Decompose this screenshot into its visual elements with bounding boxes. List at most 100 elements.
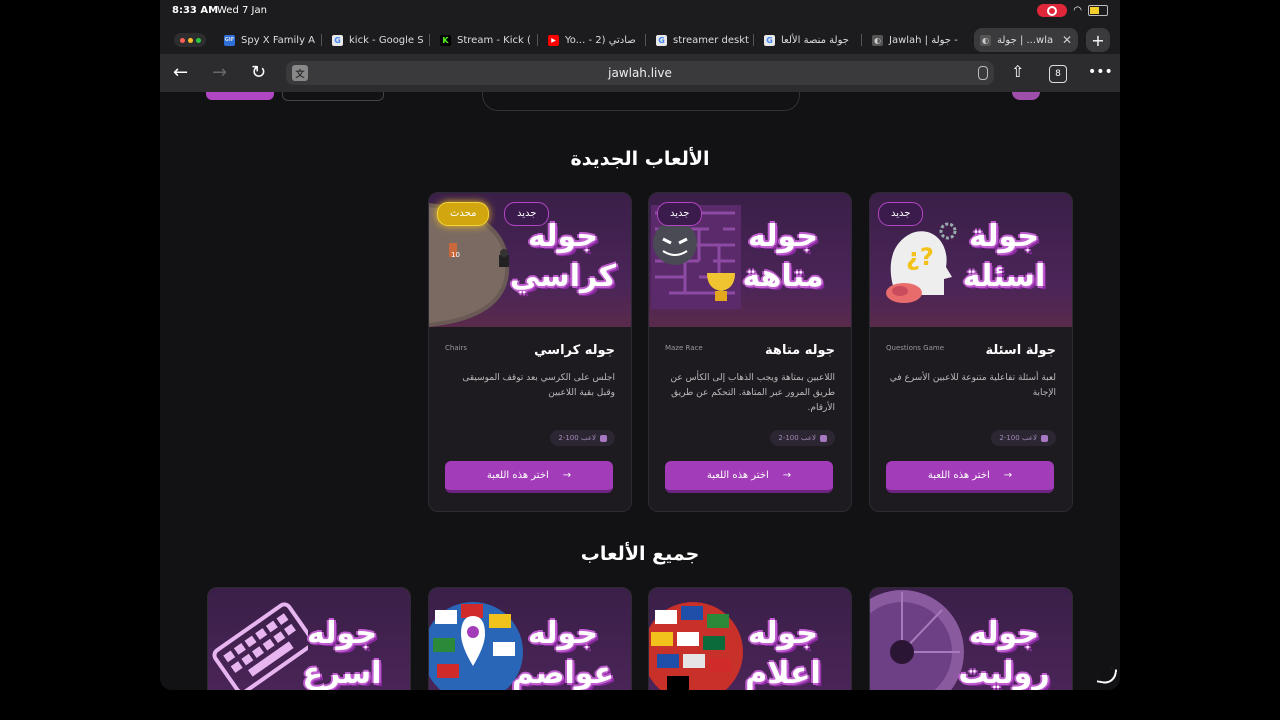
address-bar[interactable]: 文 jawlah.live	[286, 61, 994, 85]
tab-label: جولة منصة الألعا	[781, 34, 849, 46]
close-tab-icon[interactable]: ✕	[1062, 33, 1072, 47]
players-label: 2-100 لاعب	[999, 434, 1037, 442]
card-banner-title: جوله اسرع	[302, 616, 382, 690]
tab-4[interactable]: G streamer deskt	[656, 28, 754, 52]
tab-count-button[interactable]: 8	[1049, 65, 1067, 83]
tab-label: جولة | ...wla	[997, 34, 1054, 46]
status-indicators: ◠	[1037, 4, 1108, 17]
header-search[interactable]	[482, 92, 800, 111]
status-bar: 8:33 AM Wed 7 Jan ◠	[160, 0, 1120, 24]
tab-label: Jawlah | جولة -	[889, 34, 958, 46]
card-english-name: Chairs	[445, 344, 468, 352]
reload-icon[interactable]: ↻	[251, 62, 266, 83]
new-badge: جديد	[504, 202, 550, 226]
choose-game-button[interactable]: اختر هذه اللعبة →	[445, 461, 613, 493]
card-description: لعبة أسئلة تفاعلية متنوعة للاعبين الأسرع…	[889, 373, 1056, 398]
choose-game-label: اختر هذه اللعبة	[706, 470, 769, 481]
google-icon: G	[656, 34, 667, 46]
forward-icon[interactable]: →	[212, 62, 227, 83]
tab-active[interactable]: ◐ جولة | ...wla ✕	[974, 28, 1078, 52]
card-title: جوله كراسي	[534, 343, 615, 358]
more-icon[interactable]: •••	[1088, 64, 1113, 80]
game-card-questions[interactable]: ¿? جولة اسئلة جديد جولة اسئلة Questions …	[869, 192, 1073, 512]
header-secondary-button[interactable]	[282, 92, 384, 101]
arrow-right-icon: →	[782, 470, 792, 481]
card-banner-title: جوله عواصم	[511, 616, 615, 690]
screen-record-icon[interactable]	[1037, 4, 1068, 17]
google-icon: G	[764, 34, 775, 46]
players-label: 2-100 لاعب	[778, 434, 816, 442]
new-games-heading: الألعاب الجديدة	[570, 148, 710, 170]
card-banner: ¿? جولة اسئلة جديد	[870, 193, 1072, 327]
card-title: جوله متاهة	[765, 343, 835, 358]
tab-0[interactable]: GIF Spy X Family A	[224, 28, 322, 52]
players-count: 2-100 لاعب	[550, 430, 615, 446]
card-banner-title: جولة اسئلة	[962, 219, 1046, 294]
card-banner-title: جوله متاهة	[742, 219, 824, 294]
battery-icon	[1088, 5, 1108, 16]
card-banner: 10 جوله كراسي محدث جديد	[429, 193, 631, 327]
kick-icon: K	[440, 34, 451, 46]
card-title: جولة اسئلة	[985, 343, 1056, 358]
card-banner: جوله متاهة جديد	[649, 193, 851, 327]
users-icon	[1041, 434, 1048, 442]
navigation-bar: ← → ↻ 文 jawlah.live ⇧ 8 •••	[160, 54, 1120, 92]
site-logo[interactable]	[1012, 92, 1040, 100]
wifi-icon: ◠	[1073, 5, 1082, 16]
updated-badge: محدث	[437, 202, 490, 226]
choose-game-button[interactable]: اختر هذه اللعبة →	[665, 461, 833, 493]
status-time: 8:33 AM	[172, 5, 219, 16]
mic-icon[interactable]	[978, 66, 988, 80]
seat-number: 10	[451, 251, 460, 259]
tab-label: Spy X Family A	[241, 34, 316, 46]
tab-bar: GIF Spy X Family A G kick - Google S K S…	[160, 24, 1120, 54]
translate-icon[interactable]: 文	[292, 65, 308, 81]
game-card-maze[interactable]: جوله متاهة جديد جوله متاهة Maze Race الل…	[648, 192, 852, 512]
all-games-heading: جميع الألعاب	[580, 543, 700, 565]
globe-icon: ◐	[872, 34, 883, 46]
game-card-capitals[interactable]: جوله عواصم	[428, 587, 632, 690]
share-icon[interactable]: ⇧	[1011, 62, 1024, 81]
choose-game-label: اختر هذه اللعبة	[486, 470, 549, 481]
back-icon[interactable]: ←	[173, 62, 188, 83]
new-tab-button[interactable]: +	[1086, 28, 1110, 52]
status-date: Wed 7 Jan	[217, 5, 267, 16]
players-count: 2-100 لاعب	[770, 430, 835, 446]
tab-label: kick - Google S	[349, 34, 424, 46]
header-primary-button[interactable]	[206, 92, 274, 100]
svg-text:¿?: ¿?	[906, 243, 934, 271]
card-banner-title: جوله كراسي	[509, 219, 617, 294]
window-menu-icon[interactable]	[174, 33, 206, 47]
players-count: 2-100 لاعب	[991, 430, 1056, 446]
game-card-flags[interactable]: جوله اعلام	[648, 587, 852, 690]
tab-1[interactable]: G kick - Google S	[332, 28, 430, 52]
arrow-right-icon: →	[562, 470, 572, 481]
tab-label: Stream - Kick (	[457, 34, 531, 46]
web-page: الألعاب الجديدة ¿? جولة اسئلة جديد جولة …	[160, 92, 1120, 690]
new-badge: جديد	[878, 202, 924, 226]
tab-2[interactable]: K Stream - Kick (	[440, 28, 538, 52]
users-icon	[820, 434, 827, 442]
new-badge: جديد	[657, 202, 703, 226]
tab-6[interactable]: ◐ Jawlah | جولة -	[872, 28, 970, 52]
card-description: اجلس على الكرسي بعد توقف الموسيقى وقبل ب…	[462, 373, 615, 398]
tab-label: Yo... - صادتي (2	[565, 34, 636, 46]
game-card-roulette[interactable]: جوله روليت	[869, 587, 1073, 690]
card-description: اللاعبين بمتاهة ويجب الذهاب إلى الكأس عن…	[670, 373, 835, 413]
choose-game-button[interactable]: اختر هذه اللعبة →	[886, 461, 1054, 493]
tab-3[interactable]: ▶ Yo... - صادتي (2	[548, 28, 646, 52]
arrow-right-icon: →	[1003, 470, 1013, 481]
globe-icon: ◐	[980, 34, 991, 46]
gif-icon: GIF	[224, 34, 235, 46]
game-card-chairs[interactable]: 10 جوله كراسي محدث جديد جوله كراسي Chair…	[428, 192, 632, 512]
tab-5[interactable]: G جولة منصة الألعا	[764, 28, 862, 52]
game-card-fastest[interactable]: جوله اسرع	[207, 587, 411, 690]
card-banner-title: جوله روليت	[958, 616, 1050, 690]
youtube-icon: ▶	[548, 34, 559, 46]
browser-window: 8:33 AM Wed 7 Jan ◠ GIF Spy X Family A G…	[160, 0, 1120, 690]
card-english-name: Maze Race	[665, 344, 703, 352]
url-text: jawlah.live	[608, 66, 672, 80]
card-banner-title: جوله اعلام	[745, 616, 821, 690]
tab-label: streamer deskt	[673, 34, 749, 46]
users-icon	[600, 434, 607, 442]
